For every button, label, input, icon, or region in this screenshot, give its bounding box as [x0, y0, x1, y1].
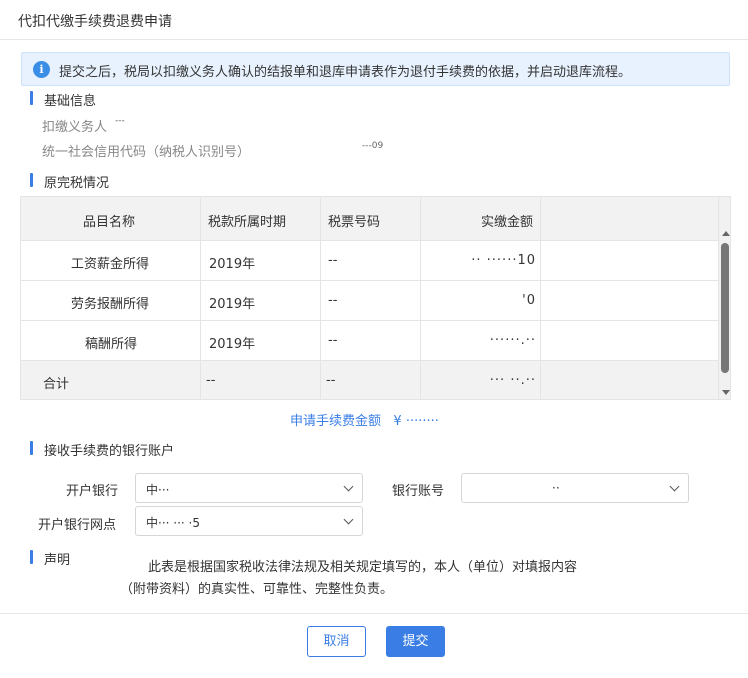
header-cell: 税款所属时期 [201, 197, 321, 240]
cell: 2019年 [201, 281, 321, 320]
row-amount: ·· ······10 [471, 253, 536, 268]
fee-value: ¥ ········ [393, 414, 439, 429]
header-period: 税款所属时期 [208, 215, 287, 230]
original-tax-table: 品目名称 税款所属时期 税票号码 实缴金额 工资薪金所得 2019年 -- ··… [20, 196, 731, 400]
withholder-value: --- [115, 116, 125, 126]
header-cell: 实缴金额 [421, 197, 541, 240]
declaration-text: 此表是根据国家税收法律法规及相关规定填写的，本人（单位）对填报内容 （附带资料）… [120, 557, 640, 601]
cancel-button[interactable]: 取消 [307, 626, 366, 657]
fee-amount-line: 申请手续费金额 ¥ ········ [290, 410, 439, 429]
cell: -- [321, 361, 421, 399]
credit-code-label: 统一社会信用代码（纳税人识别号） [42, 145, 251, 160]
footer-divider [0, 613, 748, 614]
row-period: 2019年 [209, 257, 256, 272]
total-amount: ··· ··.·· [489, 373, 536, 388]
branch-select-value: 中··· ··· ·5 [146, 516, 200, 530]
dialog-title: 代扣代缴手续费退费申请 [18, 14, 172, 30]
cell: 2019年 [201, 241, 321, 280]
cell: 合计 [21, 361, 201, 399]
chevron-down-icon [343, 481, 354, 492]
cell: '0 [421, 281, 541, 320]
chevron-down-icon [669, 481, 680, 492]
credit-code-value: ---09 [362, 141, 384, 151]
bank-select-value: 中··· [146, 483, 170, 497]
cell: ·· ······10 [421, 241, 541, 280]
header-item: 品目名称 [83, 215, 136, 230]
cell: -- [321, 281, 421, 320]
cell: -- [321, 241, 421, 280]
table-header: 品目名称 税款所属时期 税票号码 实缴金额 [21, 197, 718, 241]
scroll-down-icon[interactable] [722, 390, 730, 395]
row-ticket: -- [328, 333, 338, 348]
branch-select[interactable]: 中··· ··· ·5 [135, 506, 363, 536]
row-ticket: -- [328, 253, 338, 268]
section-title-declaration: 声明 [30, 549, 70, 568]
table-row: 劳务报酬所得 2019年 -- '0 [21, 281, 718, 321]
section-title-original: 原完税情况 [30, 172, 109, 191]
notice-banner: i 提交之后，税局以扣缴义务人确认的结报单和退库申请表作为退付手续费的依据，并启… [21, 52, 730, 86]
row-item: 工资薪金所得 [71, 257, 150, 272]
total-label: 合计 [43, 377, 70, 392]
row-amount: '0 [522, 293, 536, 308]
table-scrollbar[interactable] [718, 197, 730, 399]
section-title-basic: 基础信息 [30, 90, 96, 109]
row-item: 稿酬所得 [85, 337, 138, 352]
row-amount: ······.·· [489, 333, 536, 348]
row-ticket: -- [328, 293, 338, 308]
cell: -- [201, 361, 321, 399]
scroll-thumb[interactable] [721, 243, 729, 373]
account-label: 银行账号 [392, 484, 445, 499]
cell: 稿酬所得 [21, 321, 201, 360]
total-ticket: -- [326, 373, 336, 388]
header-ticket: 税票号码 [328, 215, 381, 230]
dialog-header: 代扣代缴手续费退费申请 [0, 0, 748, 40]
fee-label: 申请手续费金额 [290, 414, 382, 429]
account-select-value: ·· [552, 481, 560, 495]
header-cell: 品目名称 [21, 197, 201, 240]
section-title-bank: 接收手续费的银行账户 [30, 440, 174, 459]
row-item: 劳务报酬所得 [71, 297, 150, 312]
cell: ······.·· [421, 321, 541, 360]
credit-code-row: 统一社会信用代码（纳税人识别号） ---09 [42, 141, 383, 160]
branch-label: 开户银行网点 [38, 518, 117, 533]
chevron-down-icon [343, 514, 354, 525]
bank-select[interactable]: 中··· [135, 473, 363, 503]
header-cell: 税票号码 [321, 197, 421, 240]
cell: 工资薪金所得 [21, 241, 201, 280]
table-row: 稿酬所得 2019年 -- ······.·· [21, 321, 718, 361]
cell: 劳务报酬所得 [21, 281, 201, 320]
table-row: 工资薪金所得 2019年 -- ·· ······10 [21, 241, 718, 281]
bank-label: 开户银行 [66, 484, 119, 499]
info-icon: i [33, 61, 50, 78]
withholder-row: 扣缴义务人 --- [42, 116, 125, 135]
cell: 2019年 [201, 321, 321, 360]
notice-text: 提交之后，税局以扣缴义务人确认的结报单和退库申请表作为退付手续费的依据，并启动退… [59, 65, 632, 80]
row-period: 2019年 [209, 297, 256, 312]
total-period: -- [206, 373, 216, 388]
declaration-line-2: （附带资料）的真实性、可靠性、完整性负责。 [120, 582, 394, 597]
scroll-up-icon[interactable] [722, 231, 730, 236]
withholder-label: 扣缴义务人 [42, 120, 108, 135]
table-total-row: 合计 -- -- ··· ··.·· [21, 361, 718, 399]
cell: -- [321, 321, 421, 360]
account-select[interactable]: ·· [461, 473, 689, 503]
cell: ··· ··.·· [421, 361, 541, 399]
header-amount: 实缴金额 [480, 215, 533, 230]
row-period: 2019年 [209, 337, 256, 352]
declaration-line-1: 此表是根据国家税收法律法规及相关规定填写的，本人（单位）对填报内容 [148, 560, 578, 575]
submit-button[interactable]: 提交 [386, 626, 445, 657]
